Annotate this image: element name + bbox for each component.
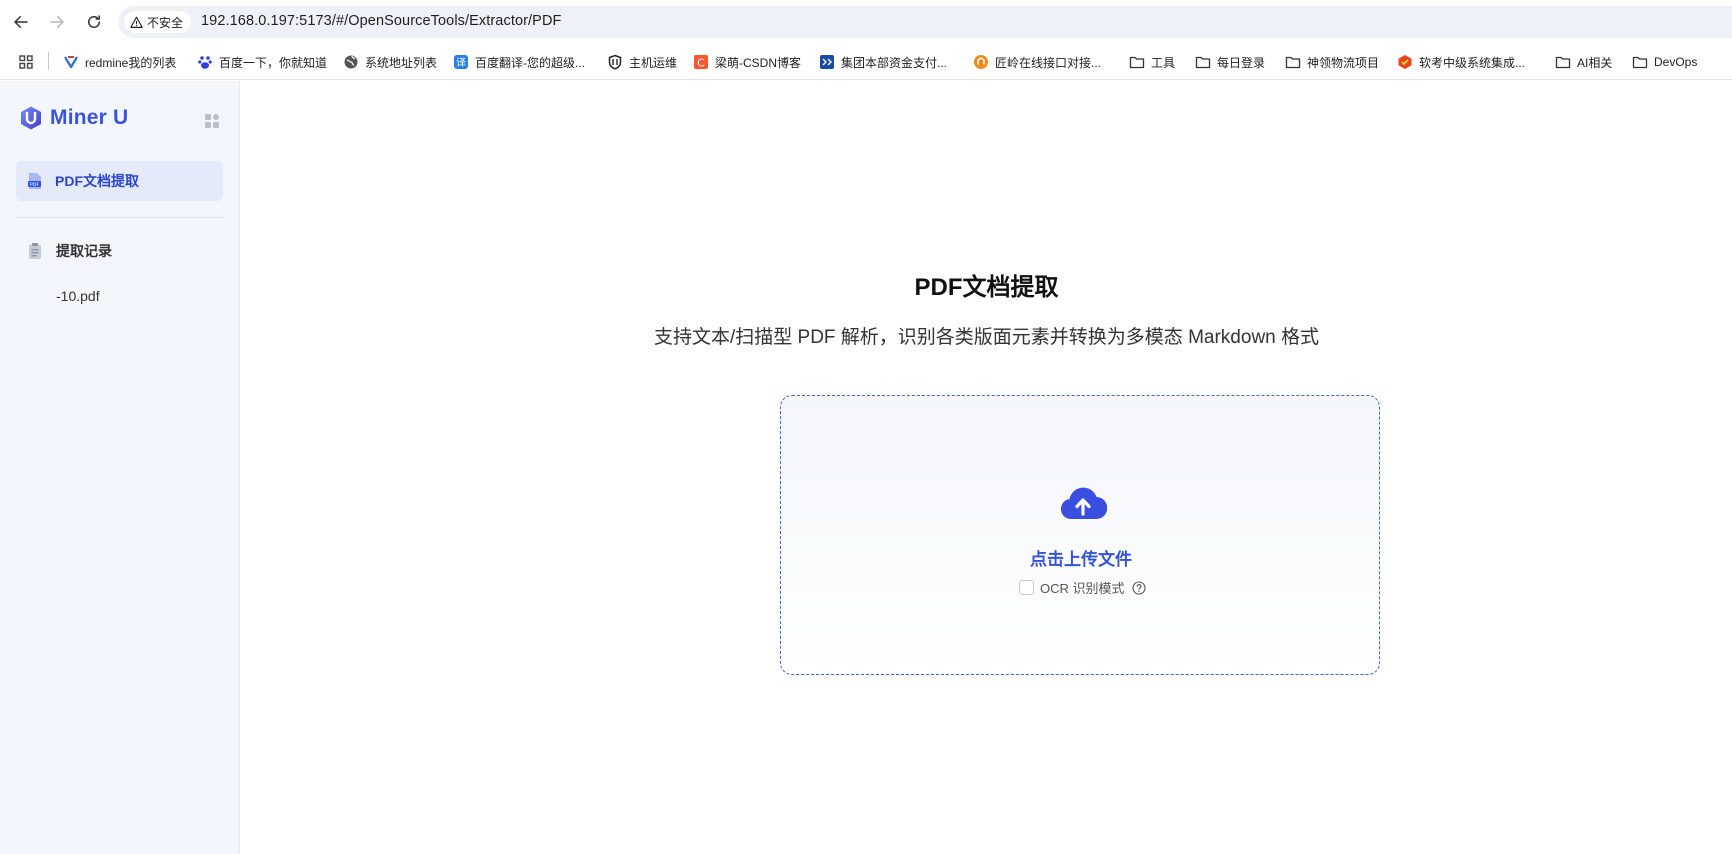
security-chip[interactable]: 不安全: [124, 11, 192, 33]
layout-toggle-icon[interactable]: [204, 113, 220, 129]
folder-icon: [1129, 54, 1145, 70]
upload-dropzone[interactable]: 点击上传文件 OCR 识别模式: [780, 395, 1380, 675]
svg-text:译: 译: [456, 57, 466, 69]
payment-icon: [819, 54, 835, 70]
redmine-icon: [63, 54, 79, 70]
csdn-icon: C: [693, 54, 709, 70]
folder-icon: [1632, 54, 1648, 70]
bookmark-label: 软考中级系统集成...: [1419, 55, 1526, 70]
clipboard-icon: [29, 243, 41, 259]
bookmark-label: 梁萌-CSDN博客: [715, 55, 801, 70]
bookmark-folder-ai[interactable]: AI相关: [1555, 52, 1612, 72]
folder-icon: [1555, 54, 1571, 70]
api-icon: [973, 54, 989, 70]
globe-icon: [343, 54, 359, 70]
translate-icon: 译: [453, 54, 469, 70]
bookmark-label: 百度翻译-您的超级...: [475, 55, 585, 70]
bookmark-label: redmine我的列表: [85, 55, 177, 70]
menu-item-label: PDF文档提取: [55, 173, 139, 189]
bookmark-folder-devops[interactable]: DevOps: [1632, 52, 1697, 72]
page-title: PDF文档提取: [914, 274, 1059, 301]
reload-button[interactable]: [82, 10, 106, 34]
bookmark-folder-logistics[interactable]: 神领物流项目: [1285, 52, 1379, 72]
bookmark-redmine[interactable]: redmine我的列表: [63, 52, 176, 72]
bookmark-baidu-translate[interactable]: 译 百度翻译-您的超级...: [453, 52, 585, 72]
exam-icon: [1397, 54, 1413, 70]
history-item[interactable]: -10.pdf: [56, 288, 100, 304]
shield-icon: [607, 54, 623, 70]
folder-icon: [1285, 54, 1301, 70]
bookmark-system-address[interactable]: 系统地址列表: [343, 52, 437, 72]
bookmark-label: 工具: [1151, 55, 1176, 70]
pdf-file-icon: PDF: [28, 173, 41, 189]
bookmark-folder-tools[interactable]: 工具: [1129, 52, 1175, 72]
sidebar-divider: [16, 217, 223, 218]
security-label: 不安全: [147, 15, 184, 30]
menu-item-pdf-extract[interactable]: PDF PDF文档提取: [16, 161, 223, 201]
bookmark-label: 匠岭在线接口对接...: [995, 55, 1102, 70]
miner-u-logo-icon: [21, 106, 41, 130]
browser-toolbar: 不安全 192.168.0.197:5173/#/OpenSourceTools…: [0, 0, 1732, 44]
bookmarks-separator: [48, 52, 49, 70]
page-subtitle: 支持文本/扫描型 PDF 解析，识别各类版面元素并转换为多模态 Markdown…: [653, 327, 1320, 348]
bookmark-csdn[interactable]: C 梁萌-CSDN博客: [693, 52, 801, 72]
bookmark-payment[interactable]: 集团本部资金支付...: [819, 52, 947, 72]
bookmark-folder-daily-login[interactable]: 每日登录: [1195, 52, 1265, 72]
apps-grid-icon: [18, 54, 34, 70]
bookmark-label: 集团本部资金支付...: [841, 55, 948, 70]
sidebar: Miner U PDF PDF文档提取 提取记录 -10.pdf: [0, 81, 240, 854]
bookmark-label: 每日登录: [1217, 55, 1266, 70]
forward-button[interactable]: [45, 10, 69, 34]
bookmark-api[interactable]: 匠岭在线接口对接...: [973, 52, 1101, 72]
history-title: 提取记录: [56, 243, 112, 259]
ocr-mode-label[interactable]: OCR 识别模式: [1040, 578, 1125, 597]
url-text[interactable]: 192.168.0.197:5173/#/OpenSourceTools/Ext…: [201, 13, 561, 29]
bookmark-label: 神领物流项目: [1307, 55, 1380, 70]
bookmark-label: DevOps: [1654, 55, 1698, 69]
main-content: PDF文档提取 支持文本/扫描型 PDF 解析，识别各类版面元素并转换为多模态 …: [241, 81, 1732, 854]
app-logo[interactable]: Miner U: [18, 105, 128, 131]
bookmark-label: 百度一下，你就知道: [219, 55, 328, 70]
history-section-title: 提取记录: [27, 241, 112, 261]
logo-text: Miner U: [50, 106, 129, 129]
bookmark-label: AI相关: [1577, 55, 1613, 70]
bookmark-baidu[interactable]: 百度一下，你就知道: [197, 52, 327, 72]
cloud-upload-icon: [1060, 487, 1107, 520]
bookmark-host-ops[interactable]: 主机运维: [607, 52, 677, 72]
arrow-left-icon: [14, 16, 28, 28]
warning-triangle-icon: [130, 16, 143, 28]
baidu-icon: [197, 54, 213, 70]
folder-icon: [1195, 54, 1211, 70]
ocr-mode-option: OCR 识别模式: [1019, 578, 1146, 597]
svg-text:PDF: PDF: [30, 182, 39, 188]
address-bar[interactable]: 不安全 192.168.0.197:5173/#/OpenSourceTools…: [118, 6, 1732, 38]
reload-icon: [88, 15, 100, 28]
svg-text:C: C: [697, 57, 705, 70]
bookmark-label: 系统地址列表: [365, 55, 438, 70]
ocr-mode-checkbox[interactable]: [1019, 580, 1034, 595]
arrow-right-icon: [50, 16, 64, 28]
upload-label: 点击上传文件: [1030, 550, 1132, 569]
bookmark-exam[interactable]: 软考中级系统集成...: [1397, 52, 1525, 72]
apps-button[interactable]: [18, 52, 34, 72]
back-button[interactable]: [9, 10, 33, 34]
bookmark-label: 主机运维: [629, 55, 678, 70]
help-circle-icon[interactable]: [1131, 580, 1146, 595]
